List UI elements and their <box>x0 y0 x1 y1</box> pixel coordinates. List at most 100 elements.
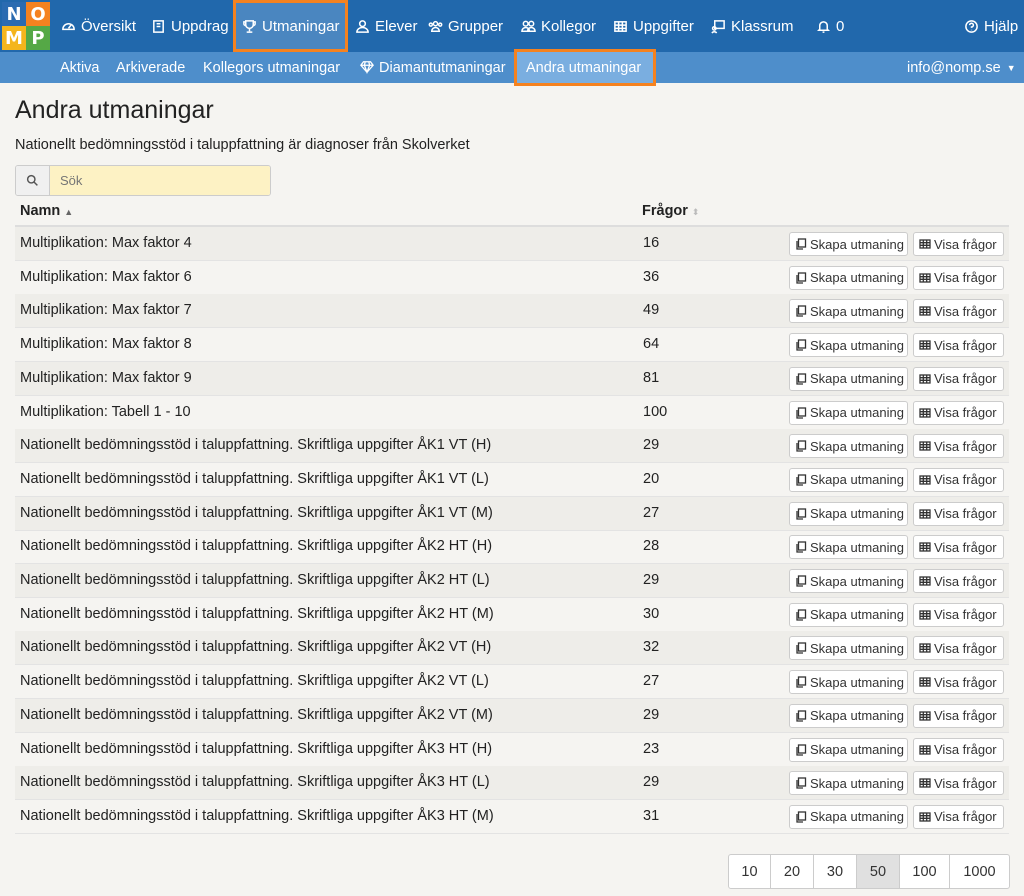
view-questions-button[interactable]: Visa frågor <box>913 535 1004 560</box>
view-questions-button[interactable]: Visa frågor <box>913 400 1004 425</box>
create-challenge-button[interactable]: Skapa utmaning <box>789 467 908 492</box>
nav-uppdrag[interactable]: Uppdrag <box>150 0 229 52</box>
view-questions-button[interactable]: Visa frågor <box>913 333 1004 358</box>
view-questions-button[interactable]: Visa frågor <box>913 501 1004 526</box>
nomp-logo[interactable]: N O M P <box>2 2 50 50</box>
column-header-name[interactable]: Namn ▲ <box>20 203 73 219</box>
view-questions-button[interactable]: Visa frågor <box>913 569 1004 593</box>
page-size-20[interactable]: 20 <box>771 855 814 888</box>
subnav-diamantutmaningar[interactable]: Diamantutmaningar <box>360 52 506 83</box>
table-row: Nationellt bedömningsstöd i taluppfattni… <box>15 564 1009 598</box>
create-challenge-button[interactable]: Skapa utmaning <box>789 501 908 526</box>
logo-letter-m: M <box>2 26 26 50</box>
view-questions-button[interactable]: Visa frågor <box>913 703 1004 728</box>
nav-elever[interactable]: Elever <box>354 0 418 52</box>
column-header-questions[interactable]: Frågor ⬍ <box>642 203 699 219</box>
create-challenge-button[interactable]: Skapa utmaning <box>789 232 908 256</box>
page-size-100[interactable]: 100 <box>900 855 950 888</box>
logo-letter-o: O <box>26 2 50 26</box>
create-challenge-button[interactable]: Skapa utmaning <box>789 804 908 829</box>
table-icon <box>919 541 934 553</box>
nav-kollegor-label: Kollegor <box>541 17 597 35</box>
classroom-icon <box>710 18 727 35</box>
create-challenge-button[interactable]: Skapa utmaning <box>789 703 908 728</box>
nav-klassrum[interactable]: Klassrum <box>710 0 794 52</box>
view-questions-button[interactable]: Visa frågor <box>913 737 1004 762</box>
create-challenge-label: Skapa utmaning <box>810 405 904 420</box>
create-challenge-button[interactable]: Skapa utmaning <box>789 366 908 391</box>
create-challenge-button[interactable]: Skapa utmaning <box>789 299 908 324</box>
view-questions-label: Visa frågor <box>934 539 997 555</box>
subnav-kollegors-utmaningar[interactable]: Kollegors utmaningar <box>203 52 340 83</box>
page-size-30[interactable]: 30 <box>814 855 857 888</box>
create-challenge-label: Skapa utmaning <box>810 640 904 656</box>
view-questions-button[interactable]: Visa frågor <box>913 434 1004 459</box>
view-questions-label: Visa frågor <box>934 303 997 319</box>
search-input[interactable] <box>50 166 270 195</box>
view-questions-button[interactable]: Visa frågor <box>913 265 1004 290</box>
nav-kollegor[interactable]: Kollegor <box>520 0 596 52</box>
page-size-10[interactable]: 10 <box>729 855 771 888</box>
create-challenge-label: Skapa utmaning <box>810 236 904 252</box>
nav-notifications-count: 0 <box>836 17 845 35</box>
copy-icon <box>795 238 810 250</box>
row-question-count: 27 <box>643 504 660 521</box>
table-row: Nationellt bedömningsstöd i taluppfattni… <box>15 766 1009 801</box>
nav-utmaningar[interactable]: Utmaningar <box>241 0 340 52</box>
view-questions-button[interactable]: Visa frågor <box>913 467 1004 492</box>
create-challenge-button[interactable]: Skapa utmaning <box>789 670 908 695</box>
view-questions-button[interactable]: Visa frågor <box>913 232 1004 256</box>
view-questions-button[interactable]: Visa frågor <box>913 771 1004 796</box>
nav-help[interactable]: Hjälp <box>963 0 1018 52</box>
create-challenge-label: Skapa utmaning <box>810 742 904 757</box>
create-challenge-button[interactable]: Skapa utmaning <box>789 265 908 290</box>
page-size-1000[interactable]: 1000 <box>950 855 1009 888</box>
create-challenge-button[interactable]: Skapa utmaning <box>789 400 908 425</box>
table-icon <box>919 777 934 789</box>
view-questions-label: Visa frågor <box>934 775 997 791</box>
create-challenge-button[interactable]: Skapa utmaning <box>789 602 908 627</box>
view-questions-button[interactable]: Visa frågor <box>913 602 1004 627</box>
nav-uppgifter[interactable]: Uppgifter <box>612 0 694 52</box>
create-challenge-button[interactable]: Skapa utmaning <box>789 434 908 459</box>
dashboard-icon <box>60 18 77 35</box>
row-name: Nationellt bedömningsstöd i taluppfattni… <box>20 807 494 824</box>
row-name: Nationellt bedömningsstöd i taluppfattni… <box>20 740 493 757</box>
table-icon <box>919 676 934 688</box>
copy-icon <box>795 272 810 284</box>
caret-down-icon: ▼ <box>1006 62 1016 73</box>
view-questions-button[interactable]: Visa frågor <box>913 804 1004 829</box>
row-name: Multiplikation: Max faktor 6 <box>20 268 192 285</box>
table-icon <box>919 744 934 756</box>
table-icon <box>919 373 934 385</box>
view-questions-button[interactable]: Visa frågor <box>913 299 1004 324</box>
create-challenge-button[interactable]: Skapa utmaning <box>789 636 908 661</box>
row-name: Nationellt bedömningsstöd i taluppfattni… <box>20 470 489 487</box>
nav-notifications[interactable]: 0 <box>815 0 844 52</box>
copy-icon <box>795 339 810 351</box>
nav-elever-label: Elever <box>375 17 418 35</box>
create-challenge-button[interactable]: Skapa utmaning <box>789 771 908 796</box>
view-questions-label: Visa frågor <box>934 371 997 387</box>
table-icon <box>919 339 934 351</box>
create-challenge-button[interactable]: Skapa utmaning <box>789 535 908 560</box>
view-questions-button[interactable]: Visa frågor <box>913 366 1004 391</box>
book-icon <box>150 18 167 35</box>
row-question-count: 100 <box>643 403 668 420</box>
subnav-aktiva[interactable]: Aktiva <box>60 52 100 83</box>
nav-grupper[interactable]: Grupper <box>427 0 503 52</box>
page-size-50[interactable]: 50 <box>857 855 900 888</box>
copy-icon <box>795 373 810 385</box>
subnav-arkiverade[interactable]: Arkiverade <box>116 52 185 83</box>
view-questions-button[interactable]: Visa frågor <box>913 670 1004 695</box>
create-challenge-button[interactable]: Skapa utmaning <box>789 333 908 358</box>
table-row: Nationellt bedömningsstöd i taluppfattni… <box>15 698 1009 733</box>
create-challenge-button[interactable]: Skapa utmaning <box>789 737 908 762</box>
view-questions-label: Visa frågor <box>934 640 997 656</box>
view-questions-button[interactable]: Visa frågor <box>913 636 1004 661</box>
account-menu[interactable]: info@nomp.se ▼ <box>907 52 1016 83</box>
subnav-andra-utmaningar[interactable]: Andra utmaningar <box>526 52 641 83</box>
user-icon <box>354 18 371 35</box>
create-challenge-button[interactable]: Skapa utmaning <box>789 569 908 593</box>
nav-oversikt[interactable]: Översikt <box>60 0 136 52</box>
